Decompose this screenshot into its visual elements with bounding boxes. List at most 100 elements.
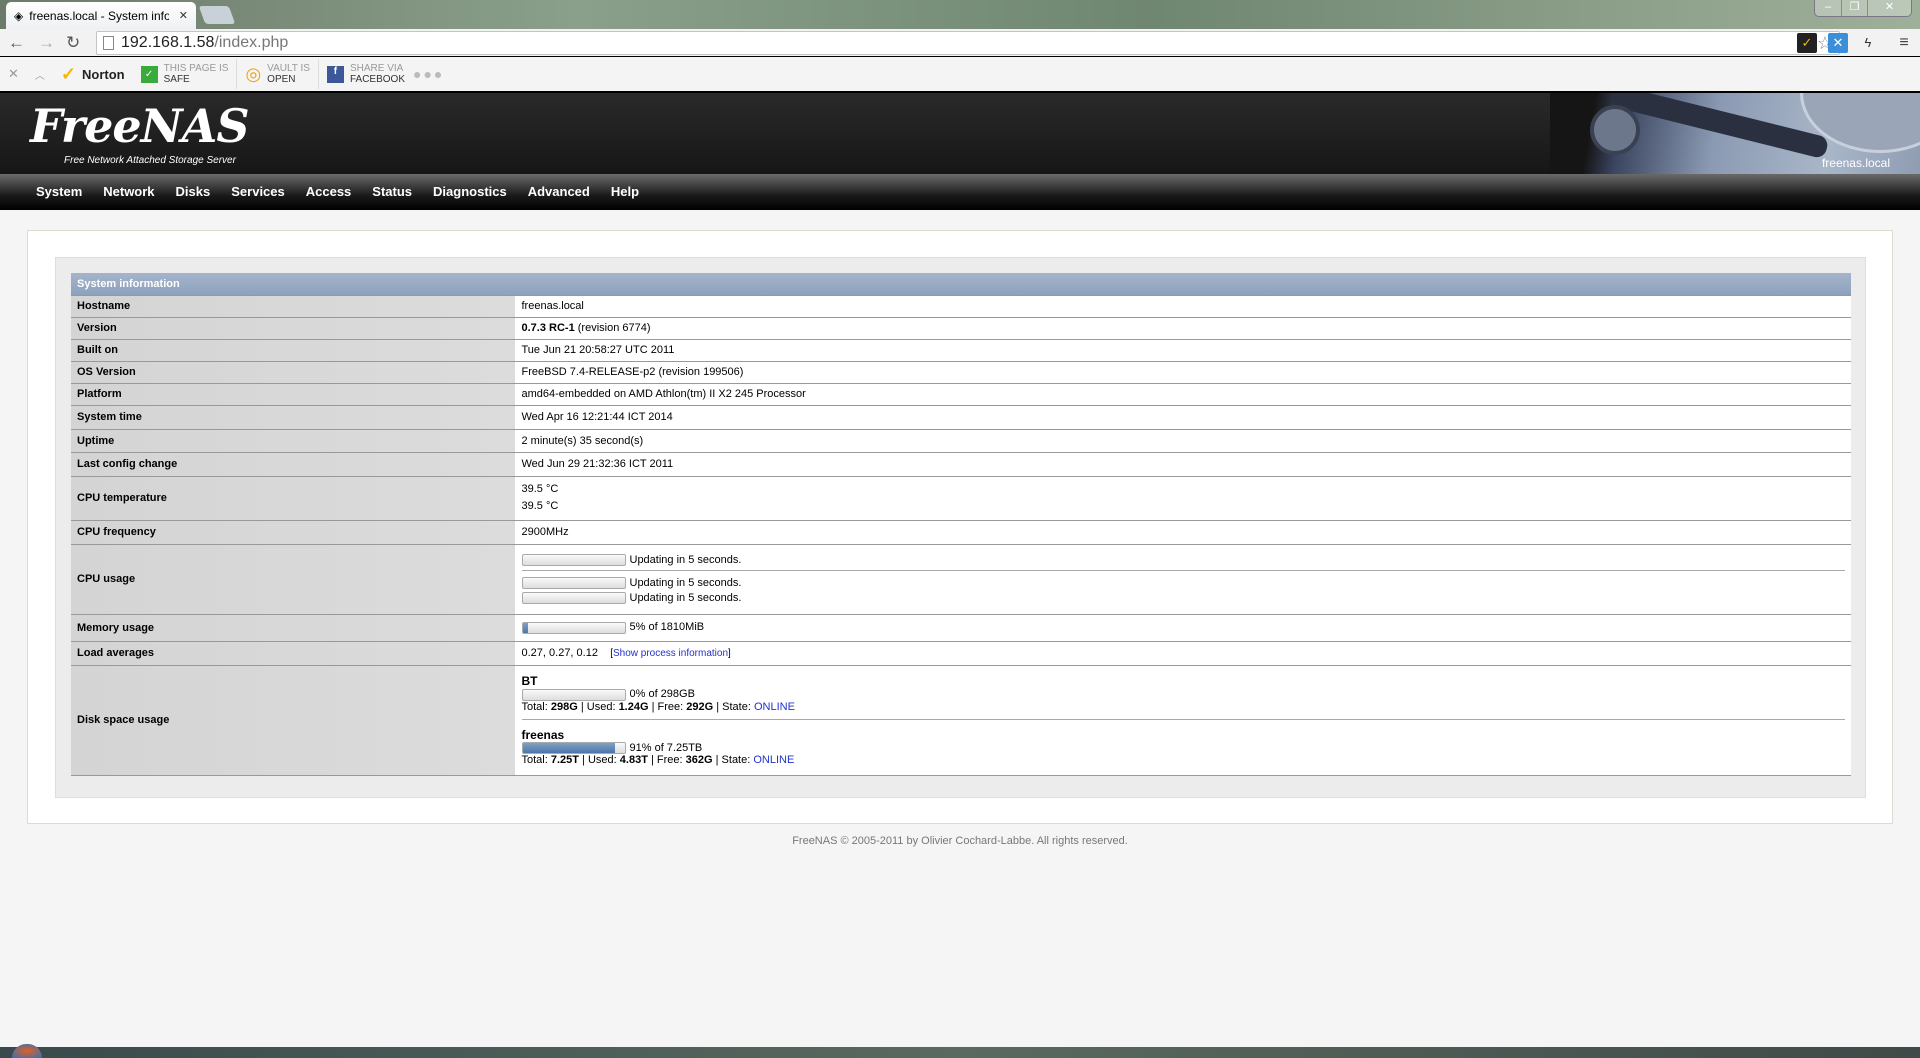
extension-icon[interactable]: ✕ xyxy=(1828,33,1848,53)
pool-state-link[interactable]: ONLINE xyxy=(753,754,794,766)
hostname-value: freenas.local xyxy=(515,295,1851,318)
cpu-usage-bar xyxy=(521,592,626,605)
freenas-tagline: Free Network Attached Storage Server xyxy=(64,155,236,166)
show-process-info-link[interactable]: Show process information xyxy=(613,648,728,659)
footer-copyright: FreeNAS © 2005-2011 by Olivier Cochard-L… xyxy=(792,835,1128,847)
cpu-usage-text: Updating in 5 seconds. xyxy=(629,576,742,589)
safe-label: THIS PAGE IS xyxy=(163,63,229,74)
close-tab-icon[interactable]: ✕ xyxy=(179,9,188,22)
memory-usage-text: 5% of 1810MiB xyxy=(629,621,705,634)
back-icon[interactable]: ← xyxy=(8,33,25,53)
header-hostname: freenas.local xyxy=(1821,156,1890,170)
favicon-icon: ◈ xyxy=(14,8,24,23)
menu-status[interactable]: Status xyxy=(372,174,412,210)
cpu-usage-bar xyxy=(521,577,626,590)
address-toolbar: ← → ↻ 192.168.1.58/index.php ☆ ✓ ✕ ϟ ≡ xyxy=(0,29,1920,57)
safe-web-status[interactable]: ✓ THIS PAGE IS SAFE xyxy=(133,59,238,89)
safe-check-icon: ✓ xyxy=(140,65,158,83)
new-tab-button[interactable] xyxy=(198,6,236,24)
pool-stats: Total: 298G | Used: 1.24G | Free: 292G |… xyxy=(521,700,795,713)
norton-logo[interactable]: ✓ Norton xyxy=(53,59,133,89)
bar-fill xyxy=(522,742,616,753)
row-label: Version xyxy=(71,317,516,340)
norton-toolbar: ✕ ︿ ✓ Norton ✓ THIS PAGE IS SAFE ◎ VAULT … xyxy=(0,57,1920,93)
disk-usage-bar xyxy=(521,688,626,701)
reload-icon[interactable]: ↻ xyxy=(66,33,80,53)
row-label: Disk space usage xyxy=(71,665,516,776)
uptime-value: 2 minute(s) 35 second(s) xyxy=(515,429,1851,453)
main-menu: System Network Disks Services Access Sta… xyxy=(0,174,1920,210)
more-icon[interactable]: ●●● xyxy=(413,66,444,82)
menu-system[interactable]: System xyxy=(36,174,82,210)
table-row: CPU usage Updating in 5 seconds. Updatin… xyxy=(71,544,1851,615)
table-row: Memory usage 5% of 1810MiB xyxy=(71,614,1851,642)
norton-check-icon: ✓ xyxy=(60,63,76,84)
pool-name: BT xyxy=(521,674,538,689)
menu-diagnostics[interactable]: Diagnostics xyxy=(433,174,507,210)
menu-access[interactable]: Access xyxy=(306,174,352,210)
minimize-button[interactable]: – xyxy=(1815,0,1841,16)
table-row: Last config change Wed Jun 29 21:32:36 IC… xyxy=(71,452,1851,477)
collapse-icon[interactable]: ︿ xyxy=(27,67,53,82)
table-row: Hostname freenas.local xyxy=(71,295,1851,318)
menu-services[interactable]: Services xyxy=(231,174,285,210)
share-label: SHARE VIA xyxy=(349,63,404,74)
cpu-temp-core-0: 39.5 °C xyxy=(521,483,559,495)
norton-extension-icon[interactable]: ✓ xyxy=(1797,33,1817,53)
freenas-logo: FreeNAS xyxy=(30,99,250,153)
share-facebook[interactable]: f SHARE VIA FACEBOOK xyxy=(319,59,413,89)
page-icon xyxy=(103,36,114,50)
pool-state-link[interactable]: ONLINE xyxy=(754,701,795,713)
table-row: Built on Tue Jun 21 20:58:27 UTC 2011 xyxy=(71,339,1851,362)
restore-button[interactable]: ❐ xyxy=(1841,0,1867,16)
table-row: Disk space usage BT 0% of 298GB Total: 2… xyxy=(71,665,1851,776)
share-value: FACEBOOK xyxy=(349,74,405,85)
row-label: System time xyxy=(71,405,516,430)
vault-value: OPEN xyxy=(267,74,296,85)
windows-taskbar xyxy=(0,1047,1920,1058)
cpu-usage-text: Updating in 5 seconds. xyxy=(629,553,742,566)
os-version-value: FreeBSD 7.4-RELEASE-p2 (revision 199506) xyxy=(515,361,1851,384)
menu-advanced[interactable]: Advanced xyxy=(528,174,590,210)
forward-icon[interactable]: → xyxy=(38,33,55,53)
row-label: Platform xyxy=(71,383,516,406)
vault-status[interactable]: ◎ VAULT IS OPEN xyxy=(237,59,319,89)
menu-icon[interactable]: ≡ xyxy=(1894,33,1914,53)
cpu-frequency-value: 2900MHz xyxy=(515,520,1851,545)
version-value: 0.7.3 RC-1 (revision 6774) xyxy=(515,317,1851,340)
table-row: OS Version FreeBSD 7.4-RELEASE-p2 (revisi… xyxy=(71,361,1851,384)
url-input[interactable]: 192.168.1.58/index.php ☆ xyxy=(96,31,1840,55)
url-host: 192.168.1.58 xyxy=(121,34,215,51)
menu-help[interactable]: Help xyxy=(611,174,639,210)
built-on-value: Tue Jun 21 20:58:27 UTC 2011 xyxy=(515,339,1851,362)
menu-network[interactable]: Network xyxy=(103,174,154,210)
disk-pool-bt: BT 0% of 298GB Total: 298G | Used: 1.24G… xyxy=(521,674,1846,713)
cpu-usage-bar xyxy=(521,553,626,566)
browser-tab-strip: ◈ freenas.local - System info ✕ – ❐ ✕ xyxy=(0,0,1920,29)
load-averages-value: 0.27, 0.27, 0.12 xyxy=(521,647,598,659)
safe-value: SAFE xyxy=(163,74,190,85)
flash-icon[interactable]: ϟ xyxy=(1858,33,1878,53)
row-label: CPU frequency xyxy=(71,520,516,545)
table-row: Uptime 2 minute(s) 35 second(s) xyxy=(71,429,1851,453)
menu-disks[interactable]: Disks xyxy=(176,174,211,210)
close-toolbar-icon[interactable]: ✕ xyxy=(0,66,27,82)
system-info-table: System information Hostname freenas.local… xyxy=(71,273,1851,776)
vault-icon: ◎ xyxy=(245,63,262,84)
close-window-button[interactable]: ✕ xyxy=(1867,0,1911,16)
content-panel: System information Hostname freenas.local… xyxy=(55,257,1866,798)
row-label: Hostname xyxy=(71,295,516,318)
table-row: Load averages 0.27, 0.27, 0.12 [Show proc… xyxy=(71,641,1851,666)
norton-brand: Norton xyxy=(82,66,125,82)
row-label: CPU usage xyxy=(71,544,516,615)
facebook-icon: f xyxy=(326,65,344,83)
table-row: CPU temperature 39.5 °C 39.5 °C xyxy=(71,476,1851,521)
table-row: System time Wed Apr 16 12:21:44 ICT 2014 xyxy=(71,405,1851,430)
memory-usage-bar xyxy=(521,621,626,634)
bar-fill xyxy=(522,622,528,633)
browser-tab[interactable]: ◈ freenas.local - System info ✕ xyxy=(6,2,196,29)
freenas-header: FreeNAS Free Network Attached Storage Se… xyxy=(0,93,1920,174)
cpu-usage-text: Updating in 5 seconds. xyxy=(629,592,742,605)
cpu-usage-core-1: Updating in 5 seconds. xyxy=(521,592,1846,605)
disk-usage-bar xyxy=(521,741,626,754)
